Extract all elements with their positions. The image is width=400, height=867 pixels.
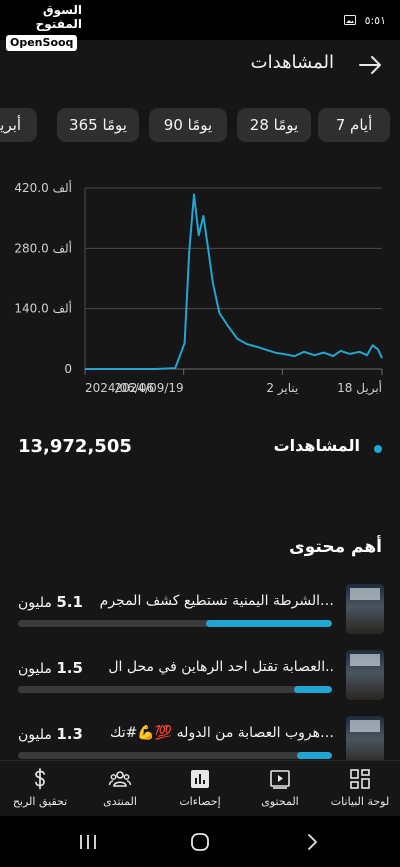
top-content-title: أهم محتوى: [289, 537, 382, 557]
nav-community[interactable]: المنتدى: [80, 765, 160, 815]
range-chip-90-days[interactable]: 90 يومًا: [149, 108, 227, 142]
nav-dashboard[interactable]: لوحة البيانات: [320, 765, 400, 815]
y-tick-label: 0: [64, 362, 72, 376]
content-share-bar: [18, 752, 332, 759]
recent-apps-icon[interactable]: [76, 830, 100, 854]
content-views: 1.3 مليون: [18, 725, 83, 743]
content-item[interactable]: العصابة تقتل احد الرهاين في محل ال.. 1.5…: [0, 650, 400, 706]
dashboard-icon: [350, 769, 370, 789]
status-bar: السوق المفتوح OpenSooq ٥:٥١: [0, 0, 400, 51]
content-item[interactable]: الشرطة اليمنية تستطيع كشف المجرم… 5.1 مل…: [0, 584, 400, 640]
range-chip-7-days[interactable]: 7 أيام: [318, 108, 390, 142]
content-share-fill: [206, 620, 332, 627]
system-navigation-bar: [0, 816, 400, 867]
dollar-icon: [35, 768, 45, 790]
content-icon: [270, 770, 290, 789]
views-line-chart: 420.0 ألف280.0 ألف140.0 ألف02024/06/0620…: [14, 180, 383, 396]
content-title: العصابة تقتل احد الرهاين في محل ال..: [108, 659, 334, 675]
home-icon[interactable]: [188, 830, 212, 854]
back-arrow-icon[interactable]: [356, 51, 384, 79]
page-title: المشاهدات: [250, 52, 334, 73]
community-icon: [108, 771, 132, 787]
nav-label: إحصاءات: [179, 795, 221, 808]
video-thumbnail: [346, 716, 384, 766]
range-chip-28-days[interactable]: 28 يومًا: [237, 108, 311, 142]
x-tick-label: 18 أبريل: [337, 380, 382, 396]
nav-analytics[interactable]: إحصاءات: [160, 765, 240, 815]
views-legend-label: المشاهدات: [273, 436, 360, 455]
views-series-line: [85, 193, 383, 370]
total-views-value: 13,972,505: [18, 436, 132, 457]
content-share-fill: [294, 686, 332, 693]
views-chart: 420.0 ألف 280.0 ألف 140.0 ألف 0 2024/06/06 20…: [0, 170, 400, 405]
range-chip-365-days[interactable]: 365 يومًا: [57, 108, 139, 142]
nav-label: المنتدى: [103, 795, 137, 808]
nav-label: المحتوى: [261, 795, 299, 808]
views-summary: 13,972,505 المشاهدات: [0, 430, 400, 466]
content-title: هروب العصابة من الدوله 💯💪#تك…: [109, 725, 334, 741]
nav-monetization[interactable]: تحقيق الربح: [0, 765, 80, 815]
y-tick-label: 420.0 ألف: [14, 180, 72, 195]
x-tick-label: 2024/09/19: [115, 381, 184, 395]
date-range-selector: 7 أيام 28 يومًا 90 يومًا 365 يومًا أبريل: [0, 108, 400, 144]
back-nav-icon[interactable]: [300, 830, 324, 854]
content-share-bar: [18, 620, 332, 627]
content-views: 5.1 مليون: [18, 593, 83, 611]
status-time: ٥:٥١: [364, 14, 386, 27]
bottom-navigation: لوحة البيانات المحتوى إحصاءات المنتدى تح…: [0, 760, 400, 816]
nav-label: تحقيق الربح: [12, 795, 68, 808]
content-title: الشرطة اليمنية تستطيع كشف المجرم…: [99, 593, 334, 609]
x-tick-label: 2 يناير: [266, 381, 298, 396]
nav-label: لوحة البيانات: [330, 795, 390, 808]
image-notification-icon: [344, 15, 356, 25]
content-views: 1.5 مليون: [18, 659, 83, 677]
nav-content[interactable]: المحتوى: [240, 765, 320, 815]
y-tick-label: 140.0 ألف: [14, 301, 72, 316]
app-bar: المشاهدات: [0, 40, 400, 90]
analytics-icon: [191, 770, 209, 788]
legend-dot: [374, 445, 382, 453]
range-chip-april[interactable]: أبريل: [0, 108, 37, 142]
video-thumbnail: [346, 650, 384, 700]
brand-arabic: السوق المفتوح: [35, 3, 82, 31]
content-share-bar: [18, 686, 332, 693]
content-share-fill: [297, 752, 332, 759]
y-tick-label: 280.0 ألف: [14, 240, 72, 255]
video-thumbnail: [346, 584, 384, 634]
